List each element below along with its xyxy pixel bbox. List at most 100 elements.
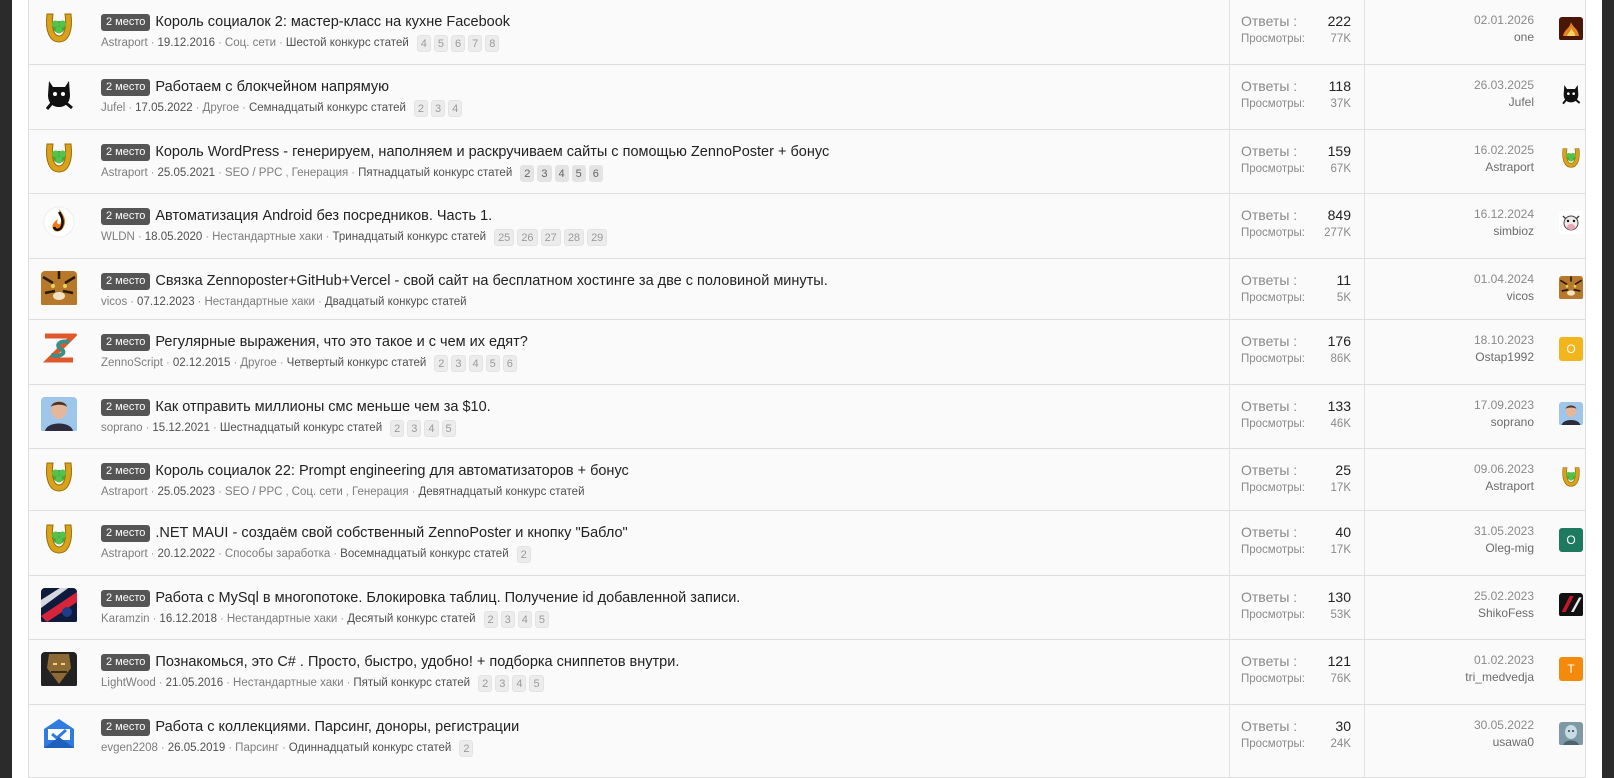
topic-title-link[interactable]: Познакомься, это C# . Просто, быстро, уд… (155, 654, 679, 670)
topic-title-link[interactable]: Регулярные выражения, что это такое и с … (155, 334, 527, 350)
topic-author-link[interactable]: WLDN (101, 231, 135, 243)
page-jump-link[interactable]: 27 (540, 228, 561, 246)
author-avatar[interactable] (41, 717, 77, 753)
last-poster-avatar[interactable] (1559, 276, 1583, 300)
author-avatar[interactable] (41, 12, 77, 48)
last-poster-link[interactable]: Ostap1992 (1374, 349, 1534, 366)
topic-title-link[interactable]: Связка Zennoposter+GitHub+Vercel - свой … (155, 273, 827, 289)
author-avatar[interactable] (41, 588, 77, 624)
author-avatar[interactable] (41, 206, 77, 242)
page-jump-link[interactable]: 2 (413, 99, 429, 117)
page-jump-link[interactable]: 6 (502, 354, 517, 372)
page-jump-link[interactable]: 5 (485, 354, 500, 372)
forum-link[interactable]: Нестандартные хаки (212, 231, 323, 243)
contest-prefix-link[interactable]: Семнадцатый конкурс статей (249, 102, 406, 114)
author-avatar[interactable] (41, 652, 77, 688)
topic-row[interactable]: 2 место .NET MAUI - создаём свой собстве… (29, 511, 1585, 576)
last-poster-avatar[interactable] (1559, 17, 1583, 41)
contest-prefix-link[interactable]: Четвертый конкурс статей (287, 357, 427, 369)
page-jump-link[interactable]: 3 (407, 419, 422, 437)
page-jump-link[interactable]: 28 (563, 228, 585, 246)
topic-author-link[interactable]: LightWood (101, 677, 156, 689)
page-jump-link[interactable]: 5 (441, 419, 456, 437)
page-jump-link[interactable]: 2 (516, 545, 531, 563)
author-avatar[interactable] (41, 332, 77, 368)
page-jump-link[interactable]: 5 (529, 674, 544, 692)
page-jump-link[interactable]: 7 (468, 34, 483, 52)
page-jump-link[interactable]: 2 (459, 739, 474, 757)
page-jump-link[interactable]: 4 (468, 354, 483, 372)
last-post-date-link[interactable]: 17.09.2023 (1374, 397, 1534, 414)
topic-title-link[interactable]: Как отправить миллионы смс меньше чем за… (155, 399, 490, 415)
topic-author-link[interactable]: Astraport (101, 167, 148, 179)
topic-author-link[interactable]: ZennoScript (101, 357, 163, 369)
last-poster-link[interactable]: usawa0 (1374, 734, 1534, 751)
topic-title-link[interactable]: Король социалок 22: Prompt engineering д… (155, 463, 628, 479)
topic-author-link[interactable]: Astraport (101, 37, 148, 49)
contest-prefix-link[interactable]: Восемнадцатый конкурс статей (340, 548, 508, 560)
last-post-date-link[interactable]: 16.02.2025 (1374, 142, 1534, 159)
topic-author-link[interactable]: Jufel (101, 102, 125, 114)
last-post-date-link[interactable]: 18.10.2023 (1374, 332, 1534, 349)
last-post-date-link[interactable]: 02.01.2026 (1374, 12, 1534, 29)
last-poster-avatar[interactable] (1559, 466, 1583, 490)
last-post-date-link[interactable]: 30.05.2022 (1374, 717, 1534, 734)
contest-prefix-link[interactable]: Девятнадцатый конкурс статей (418, 486, 584, 498)
forum-link[interactable]: Способы заработка (225, 548, 330, 560)
last-poster-link[interactable]: one (1374, 29, 1534, 46)
page-jump-link[interactable]: 5 (534, 610, 550, 628)
last-post-date-link[interactable]: 25.02.2023 (1374, 588, 1534, 605)
last-poster-link[interactable]: Oleg-mig (1374, 540, 1534, 557)
topic-author-link[interactable]: evgen2208 (101, 742, 158, 754)
last-poster-link[interactable]: Jufel (1374, 94, 1534, 111)
topic-author-link[interactable]: Astraport (101, 486, 148, 498)
last-post-date-link[interactable]: 31.05.2023 (1374, 523, 1534, 540)
topic-author-link[interactable]: soprano (101, 422, 143, 434)
page-jump-link[interactable]: 8 (485, 34, 500, 52)
topic-row[interactable]: 2 место Автоматизация Android без посред… (29, 194, 1585, 259)
last-post-date-link[interactable]: 16.12.2024 (1374, 206, 1534, 223)
last-poster-link[interactable]: simbioz (1374, 223, 1534, 240)
page-jump-link[interactable]: 5 (433, 34, 449, 52)
page-jump-link[interactable]: 2 (390, 419, 405, 437)
forum-link[interactable]: Другое (240, 357, 277, 369)
last-poster-avatar[interactable] (1559, 147, 1583, 171)
forum-link[interactable]: Соц. сети (292, 486, 343, 498)
topic-title-link[interactable]: Автоматизация Android без посредников. Ч… (155, 208, 492, 224)
last-post-date-link[interactable]: 01.02.2023 (1374, 652, 1534, 669)
topic-title-link[interactable]: Работаем с блокчейном напрямую (155, 79, 389, 95)
topic-title-link[interactable]: Работа с MySql в многопотоке. Блокировка… (155, 590, 740, 606)
topic-row[interactable]: 2 место Король социалок 22: Prompt engin… (29, 449, 1585, 511)
topic-title-link[interactable]: Работа с коллекциями. Парсинг, доноры, р… (155, 719, 519, 735)
contest-prefix-link[interactable]: Тринадцатый конкурс статей (333, 231, 487, 243)
last-poster-link[interactable]: Astraport (1374, 159, 1534, 176)
author-avatar[interactable] (41, 397, 77, 433)
last-post-date-link[interactable]: 26.03.2025 (1374, 77, 1534, 94)
page-jump-link[interactable]: 29 (587, 228, 608, 246)
author-avatar[interactable] (41, 523, 77, 559)
topic-title-link[interactable]: .NET MAUI - создаём свой собственный Zen… (155, 525, 627, 541)
contest-prefix-link[interactable]: Пятый конкурс статей (353, 677, 470, 689)
page-jump-link[interactable]: 4 (512, 674, 527, 692)
letter-avatar-icon[interactable]: O (1559, 528, 1583, 552)
last-poster-link[interactable]: tri_medvedja (1374, 669, 1534, 686)
contest-prefix-link[interactable]: Десятый конкурс статей (347, 613, 475, 625)
last-poster-avatar[interactable] (1559, 722, 1583, 746)
last-poster-link[interactable]: soprano (1374, 414, 1534, 431)
topic-row[interactable]: 2 место Регулярные выражения, что это та… (29, 320, 1585, 385)
last-poster-link[interactable]: Astraport (1374, 478, 1534, 495)
forum-link[interactable]: Соц. сети (225, 37, 276, 49)
page-jump-link[interactable]: 6 (588, 164, 603, 182)
topic-author-link[interactable]: Astraport (101, 548, 148, 560)
page-jump-link[interactable]: 2 (520, 164, 535, 182)
last-poster-avatar[interactable] (1559, 593, 1583, 617)
page-jump-link[interactable]: 4 (424, 419, 439, 437)
page-jump-link[interactable]: 2 (434, 354, 449, 372)
topic-row[interactable]: 2 место Работа с коллекциями. Парсинг, д… (29, 705, 1585, 778)
contest-prefix-link[interactable]: Одиннадцатый конкурс статей (289, 742, 452, 754)
topic-row[interactable]: 2 место Работа с MySql в многопотоке. Бл… (29, 576, 1585, 640)
forum-link[interactable]: Нестандартные хаки (227, 613, 338, 625)
last-poster-link[interactable]: ShikoFess (1374, 605, 1534, 622)
letter-avatar-icon[interactable]: O (1559, 337, 1583, 361)
author-avatar[interactable] (41, 142, 77, 178)
